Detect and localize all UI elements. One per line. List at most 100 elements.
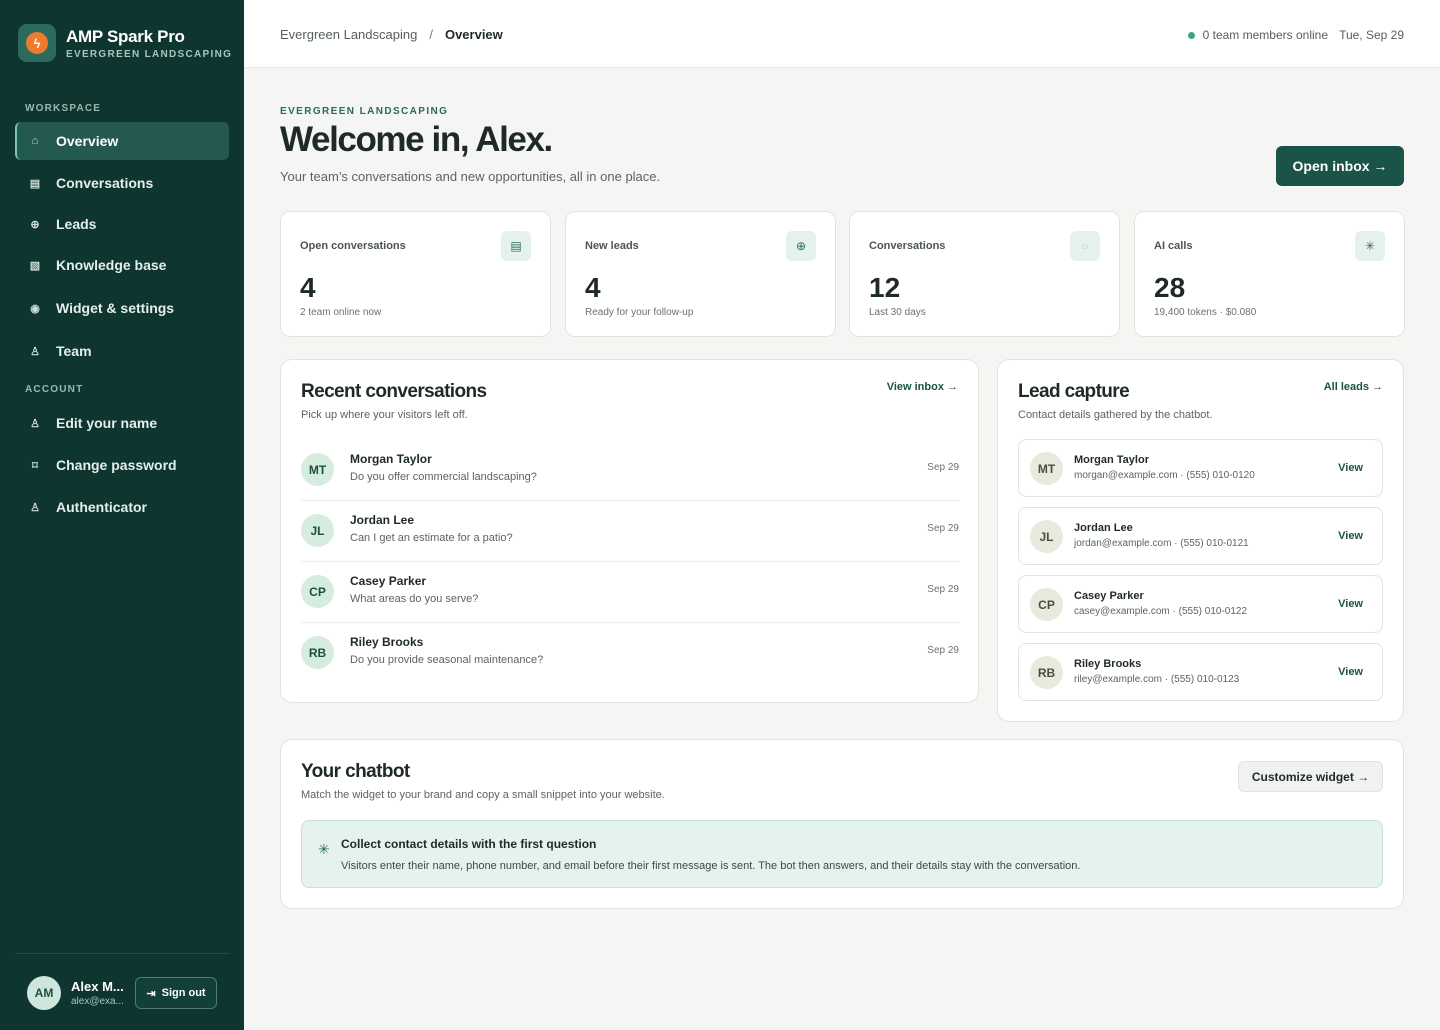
sidebar-item-label: Leads bbox=[56, 216, 97, 232]
lead-contact: casey@example.com · (555) 010-0122 bbox=[1074, 606, 1248, 617]
settings-icon: ◉ bbox=[30, 302, 40, 315]
lead-name: Riley Brooks bbox=[1074, 658, 1142, 670]
stat-value: 12 bbox=[869, 272, 901, 303]
person-icon: ♙ bbox=[30, 501, 40, 514]
sidebar-item-edit-name[interactable]: ♙ Edit your name bbox=[15, 404, 229, 442]
flame-icon: ϟ bbox=[26, 32, 48, 54]
conversation-row[interactable]: JL Jordan Lee Can I get an estimate for … bbox=[301, 501, 959, 562]
status-dot-icon bbox=[1187, 31, 1195, 39]
sidebar-item-label: Authenticator bbox=[56, 499, 147, 515]
sidebar-item-label: Edit your name bbox=[56, 415, 158, 431]
top-bar: Evergreen Landscaping / Overview 0 team … bbox=[244, 0, 1440, 68]
brand[interactable]: ϟ AMP Spark Pro EVERGREEN LANDSCAPING bbox=[18, 24, 232, 62]
user-profile[interactable]: AM Alex M... alex@exa... bbox=[27, 976, 127, 1010]
sign-out-icon: ⇥ bbox=[146, 987, 156, 1000]
sidebar-item-label: Change password bbox=[56, 457, 177, 473]
conversation-row[interactable]: RB Riley Brooks Do you provide seasonal … bbox=[301, 623, 959, 684]
stat-note: Last 30 days bbox=[869, 307, 926, 318]
sidebar-item-team[interactable]: ♙ Team bbox=[15, 332, 229, 370]
stat-card-new-leads: New leads ⊕ 4 Ready for your follow-up bbox=[565, 211, 836, 337]
avatar: MT bbox=[1030, 452, 1063, 485]
avatar: CP bbox=[1030, 588, 1063, 621]
sparkle-icon: ✳ bbox=[318, 841, 330, 857]
avatar: AM bbox=[27, 976, 61, 1010]
view-lead-button[interactable]: View bbox=[1338, 598, 1363, 610]
stat-card-ai-calls: AI calls ✳ 28 19,400 tokens · $0.080 bbox=[1134, 211, 1405, 337]
view-lead-button[interactable]: View bbox=[1338, 462, 1363, 474]
sidebar-item-label: Team bbox=[56, 343, 92, 359]
sidebar-divider bbox=[15, 953, 229, 954]
view-lead-button[interactable]: View bbox=[1338, 666, 1363, 678]
sidebar: ϟ AMP Spark Pro EVERGREEN LANDSCAPING WO… bbox=[0, 0, 244, 1030]
stat-value: 28 bbox=[1154, 272, 1186, 303]
lead-name: Casey Parker bbox=[1074, 590, 1144, 602]
stat-card-conversations: Conversations ○ 12 Last 30 days bbox=[849, 211, 1120, 337]
stat-label: Conversations bbox=[869, 240, 946, 252]
recent-conversations-subtitle: Pick up where your visitors left off. bbox=[301, 409, 468, 421]
sidebar-item-label: Conversations bbox=[56, 175, 154, 191]
conversation-date: Sep 29 bbox=[927, 645, 959, 656]
view-lead-button[interactable]: View bbox=[1338, 530, 1363, 542]
breadcrumb-separator: / bbox=[429, 27, 433, 42]
breadcrumb: Evergreen Landscaping / Overview bbox=[280, 27, 503, 42]
customize-widget-button[interactable]: Customize widget → bbox=[1238, 761, 1383, 792]
person-icon: ♙ bbox=[30, 417, 40, 430]
user-email: alex@exa... bbox=[71, 996, 124, 1007]
home-icon: ⌂ bbox=[31, 135, 39, 147]
conversation-date: Sep 29 bbox=[927, 584, 959, 595]
sidebar-item-change-password[interactable]: ⌑ Change password bbox=[15, 446, 229, 484]
sidebar-item-leads[interactable]: ⊕ Leads bbox=[15, 205, 229, 243]
sidebar-item-widget-settings[interactable]: ◉ Widget & settings bbox=[15, 289, 229, 327]
user-name: Alex M... bbox=[71, 979, 124, 994]
crosshair-icon: ⊕ bbox=[786, 231, 816, 261]
conversation-name: Morgan Taylor bbox=[350, 452, 432, 466]
crosshair-icon: ⊕ bbox=[30, 218, 40, 231]
open-inbox-button[interactable]: Open inbox → bbox=[1276, 146, 1404, 186]
avatar: CP bbox=[301, 575, 334, 608]
lead-capture-card: Lead capture Contact details gathered by… bbox=[997, 359, 1404, 722]
page-subtitle: Your team’s conversations and new opport… bbox=[280, 169, 661, 184]
avatar: JL bbox=[1030, 520, 1063, 553]
current-date: Tue, Sep 29 bbox=[1339, 28, 1404, 42]
conversation-row[interactable]: MT Morgan Taylor Do you offer commercial… bbox=[301, 440, 959, 501]
sign-out-button[interactable]: ⇥ Sign out bbox=[135, 977, 217, 1009]
conversation-date: Sep 29 bbox=[927, 523, 959, 534]
breadcrumb-root[interactable]: Evergreen Landscaping bbox=[280, 27, 417, 42]
brand-subtitle: EVERGREEN LANDSCAPING bbox=[66, 48, 233, 60]
stat-note: 2 team online now bbox=[300, 307, 382, 318]
stat-label: AI calls bbox=[1154, 240, 1193, 252]
list-icon: ▤ bbox=[501, 231, 531, 261]
chatbot-title: Your chatbot bbox=[301, 761, 410, 782]
stat-value: 4 bbox=[585, 272, 601, 303]
sidebar-item-authenticator[interactable]: ♙ Authenticator bbox=[15, 488, 229, 526]
all-leads-link[interactable]: All leads → bbox=[1324, 381, 1383, 393]
page-title: Welcome in, Alex. bbox=[280, 120, 553, 159]
account-section-label: ACCOUNT bbox=[25, 384, 84, 395]
sidebar-item-overview[interactable]: ⌂ Overview bbox=[15, 122, 229, 160]
conversation-row[interactable]: CP Casey Parker What areas do you serve?… bbox=[301, 562, 959, 623]
conversation-date: Sep 29 bbox=[927, 462, 959, 473]
stat-note: Ready for your follow-up bbox=[585, 307, 694, 318]
recent-conversations-card: Recent conversations Pick up where your … bbox=[280, 359, 979, 703]
book-icon: ▧ bbox=[29, 259, 41, 272]
recent-conversations-title: Recent conversations bbox=[301, 381, 487, 402]
chatbot-subtitle: Match the widget to your brand and copy … bbox=[301, 789, 665, 801]
conversation-message: Do you provide seasonal maintenance? bbox=[350, 654, 544, 666]
conversation-message: Can I get an estimate for a patio? bbox=[350, 532, 513, 544]
conversation-message: Do you offer commercial landscaping? bbox=[350, 471, 537, 483]
tip-callout: ✳ Collect contact details with the first… bbox=[301, 820, 1383, 888]
online-status-text: 0 team members online bbox=[1202, 28, 1328, 42]
sidebar-item-conversations[interactable]: ▤ Conversations bbox=[15, 164, 229, 202]
avatar: JL bbox=[301, 514, 334, 547]
person-icon: ♙ bbox=[30, 345, 40, 358]
stat-card-open-conversations: Open conversations ▤ 4 2 team online now bbox=[280, 211, 551, 337]
view-inbox-link[interactable]: View inbox → bbox=[887, 381, 958, 393]
breadcrumb-current: Overview bbox=[444, 27, 503, 42]
stat-note: 19,400 tokens · $0.080 bbox=[1154, 307, 1257, 318]
workspace-section-label: WORKSPACE bbox=[25, 103, 102, 114]
conversation-message: What areas do you serve? bbox=[350, 593, 479, 605]
lead-row: CP Casey Parker casey@example.com · (555… bbox=[1018, 575, 1383, 633]
sidebar-item-knowledge-base[interactable]: ▧ Knowledge base bbox=[15, 246, 229, 284]
conversation-name: Jordan Lee bbox=[350, 513, 415, 527]
lead-contact: riley@example.com · (555) 010-0123 bbox=[1074, 674, 1240, 685]
